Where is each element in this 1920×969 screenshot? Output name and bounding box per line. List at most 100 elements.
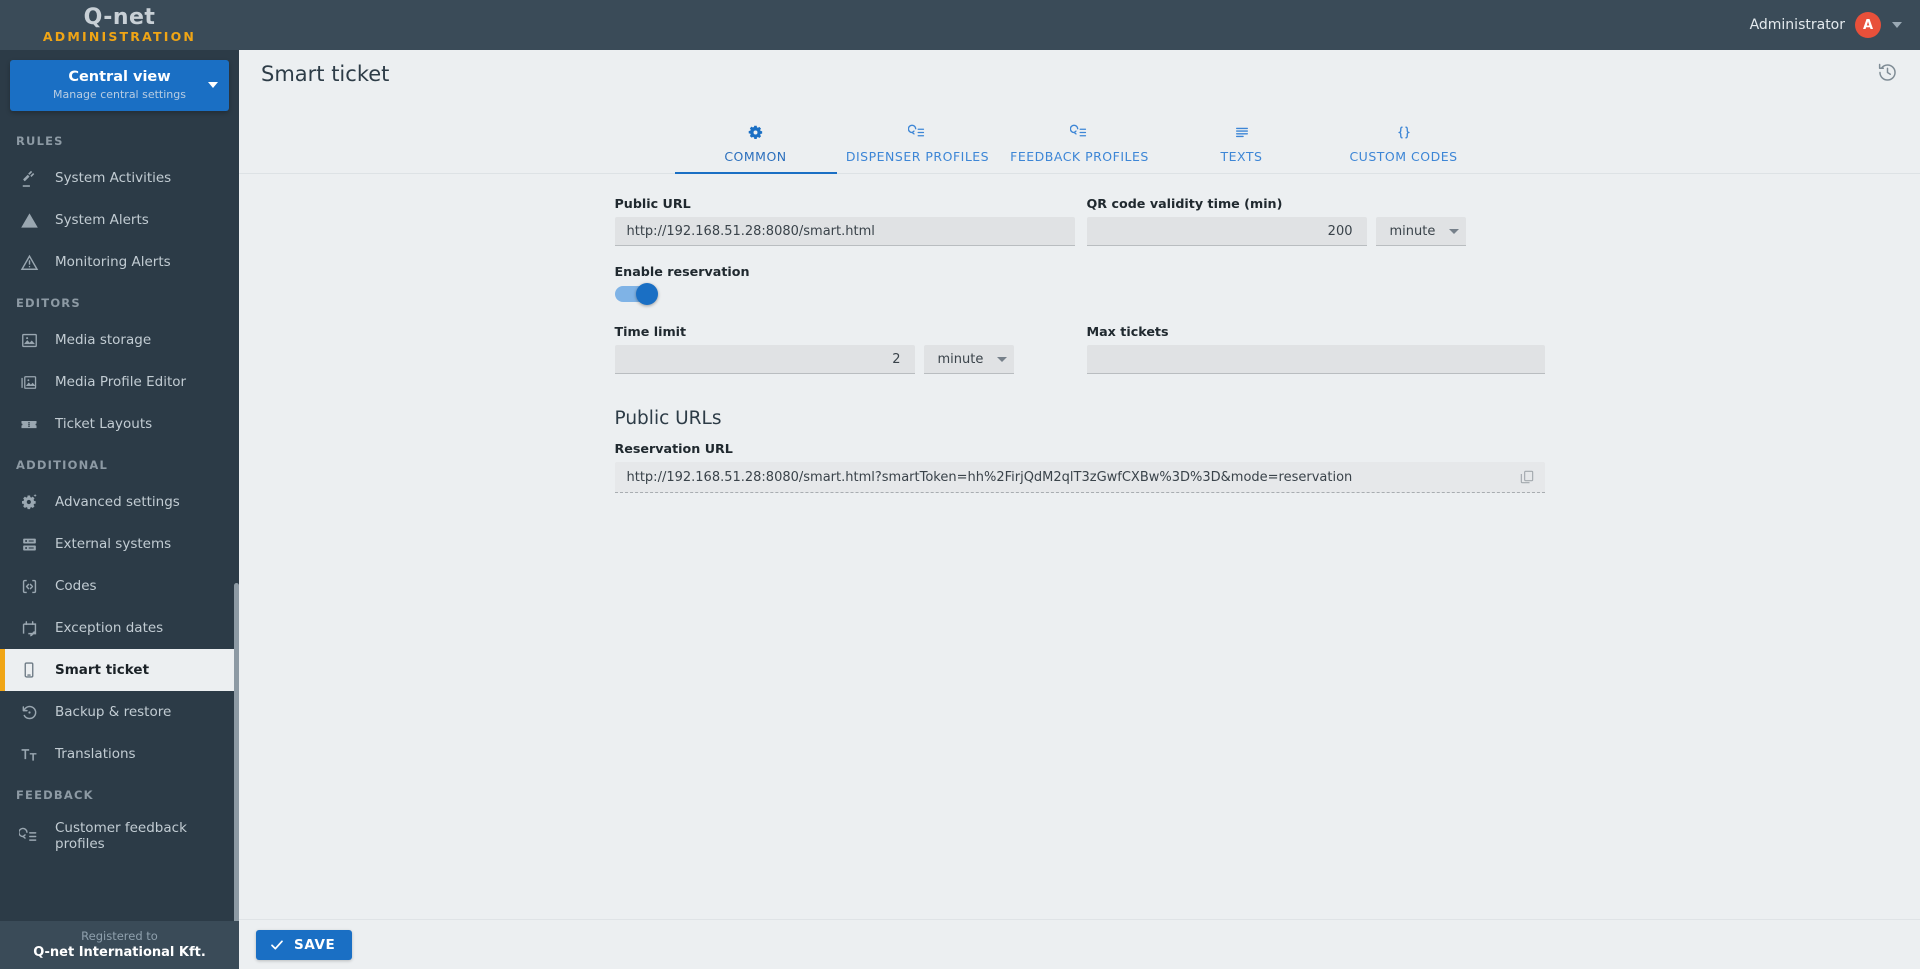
sidebar-item-exception-dates[interactable]: Exception dates (0, 607, 239, 649)
max-tickets-input[interactable] (1086, 345, 1545, 374)
public-url-group: Public URL http://192.168.51.28:8080/sma… (614, 196, 1075, 246)
public-urls-section-title: Public URLs (614, 408, 722, 429)
tab-texts[interactable]: TEXTS (1161, 110, 1323, 173)
time-limit-label: Time limit (614, 324, 687, 339)
qr-validity-group: QR code validity time (min) 200 minute (1086, 196, 1545, 246)
sidebar-item-label: System Activities (55, 170, 172, 186)
reservation-url-box[interactable]: http://192.168.51.28:8080/smart.html?sma… (614, 462, 1545, 493)
gear-icon (675, 121, 837, 143)
reservation-url-label: Reservation URL (614, 441, 733, 456)
chevron-down-icon (997, 356, 1008, 362)
profile-list-icon (999, 121, 1161, 143)
tab-label: CUSTOM CODES (1349, 149, 1458, 164)
sidebar-item-label: Monitoring Alerts (55, 254, 171, 270)
qr-validity-label: QR code validity time (min) (1086, 196, 1283, 211)
form-area: Public URL http://192.168.51.28:8080/sma… (239, 174, 1920, 919)
enable-reservation-group: Enable reservation (614, 264, 1545, 305)
toggle-knob (635, 283, 658, 305)
ticket-icon (16, 413, 42, 435)
reservation-url-group: Reservation URL http://192.168.51.28:808… (614, 441, 1545, 493)
server-icon (16, 533, 42, 555)
view-switcher-title: Central view (68, 69, 171, 85)
sidebar-section-additional: ADDITIONAL (16, 458, 109, 472)
profile-list-icon (837, 121, 999, 143)
sidebar-nav: RULES System Activities System Alerts Mo… (0, 115, 239, 921)
image-stack-icon (16, 371, 42, 393)
sidebar-scrollbar[interactable] (234, 583, 239, 921)
tab-label: COMMON (724, 149, 787, 164)
sidebar-item-codes[interactable]: Codes (0, 565, 239, 607)
tab-custom-codes[interactable]: CUSTOM CODES (1323, 110, 1485, 173)
view-switcher-button[interactable]: Central view Manage central settings (10, 60, 229, 111)
save-button-label: SAVE (294, 936, 336, 953)
sidebar-item-ticket-layouts[interactable]: Ticket Layouts (0, 403, 239, 445)
form-row-2: Time limit 2 minute Max tickets (614, 324, 1545, 374)
tab-feedback-profiles[interactable]: FEEDBACK PROFILES (999, 110, 1161, 173)
max-tickets-group: Max tickets (1086, 324, 1545, 374)
tab-common[interactable]: COMMON (674, 110, 837, 174)
text-lines-icon (1161, 121, 1323, 143)
time-limit-unit-select[interactable]: minute (923, 345, 1014, 374)
sidebar-item-monitoring-alerts[interactable]: Monitoring Alerts (0, 241, 239, 283)
sidebar-item-smart-ticket[interactable]: Smart ticket (0, 649, 239, 691)
time-limit-input[interactable]: 2 (614, 345, 915, 374)
app-root: Q-net ADMINISTRATION Central view Manage… (0, 0, 1920, 969)
sidebar-item-backup-restore[interactable]: Backup & restore (0, 691, 239, 733)
tab-dispenser-profiles[interactable]: DISPENSER PROFILES (837, 110, 999, 173)
qr-validity-unit-value: minute (1389, 223, 1436, 239)
tab-bar: COMMON DISPENSER PROFILES FEEDBACK PROFI… (239, 110, 1920, 174)
sidebar-item-system-alerts[interactable]: System Alerts (0, 199, 239, 241)
gavel-icon (16, 167, 42, 189)
sidebar-item-label: Codes (55, 578, 97, 594)
calendar-edit-icon (16, 617, 42, 639)
time-limit-unit-value: minute (937, 351, 984, 367)
sidebar-section-rules: RULES (16, 134, 64, 148)
qr-validity-unit-select[interactable]: minute (1375, 217, 1466, 246)
sidebar-item-label: Exception dates (55, 620, 164, 636)
public-url-input[interactable]: http://192.168.51.28:8080/smart.html (614, 217, 1075, 246)
sidebar-item-media-storage[interactable]: Media storage (0, 319, 239, 361)
alert-filled-icon (16, 209, 42, 231)
sidebar-item-external-systems[interactable]: External systems (0, 523, 239, 565)
history-icon[interactable] (1877, 62, 1898, 87)
sidebar-item-label: Customer feedback profiles (55, 820, 187, 852)
chevron-down-icon (208, 82, 218, 88)
sidebar-item-label: Media Profile Editor (55, 374, 187, 390)
save-button[interactable]: SAVE (256, 929, 353, 960)
sidebar-item-customer-feedback-profiles[interactable]: Customer feedback profiles (0, 811, 239, 861)
enable-reservation-label: Enable reservation (614, 264, 750, 279)
feedback-icon (16, 825, 42, 847)
braces-icon (1323, 121, 1485, 143)
gear-sparkle-icon (16, 491, 42, 513)
sidebar-item-label: Advanced settings (55, 494, 180, 510)
sidebar-item-system-activities[interactable]: System Activities (0, 157, 239, 199)
sidebar-item-label: Translations (55, 746, 136, 762)
form-inner: Public URL http://192.168.51.28:8080/sma… (614, 196, 1545, 493)
tab-label: TEXTS (1220, 149, 1263, 164)
qr-validity-input[interactable]: 200 (1086, 217, 1367, 246)
time-limit-group: Time limit 2 minute (614, 324, 1075, 374)
view-switcher-subtitle: Manage central settings (53, 88, 186, 101)
page-header: Smart ticket (239, 50, 1920, 98)
sidebar-item-translations[interactable]: Translations (0, 733, 239, 775)
page-title: Smart ticket (261, 62, 390, 86)
registered-to-company: Q-net International Kft. (33, 945, 206, 960)
sidebar-item-advanced-settings[interactable]: Advanced settings (0, 481, 239, 523)
image-icon (16, 329, 42, 351)
enable-reservation-toggle[interactable] (614, 283, 658, 305)
sidebar-section-editors: EDITORS (16, 296, 81, 310)
avatar[interactable]: A (1855, 12, 1881, 38)
sidebar-item-label: Smart ticket (55, 662, 150, 678)
chevron-down-icon[interactable] (1892, 22, 1902, 28)
sidebar-item-label: System Alerts (55, 212, 149, 228)
alert-outline-icon (16, 251, 42, 273)
registered-to-label: Registered to (81, 929, 158, 943)
sidebar-item-label: Backup & restore (55, 704, 172, 720)
max-tickets-label: Max tickets (1086, 324, 1169, 339)
sidebar-item-label: Media storage (55, 332, 152, 348)
sidebar: Q-net ADMINISTRATION Central view Manage… (0, 0, 239, 969)
user-name-label: Administrator (1749, 17, 1845, 33)
translate-icon (16, 743, 42, 765)
copy-icon[interactable] (1519, 469, 1535, 485)
sidebar-item-media-profile-editor[interactable]: Media Profile Editor (0, 361, 239, 403)
